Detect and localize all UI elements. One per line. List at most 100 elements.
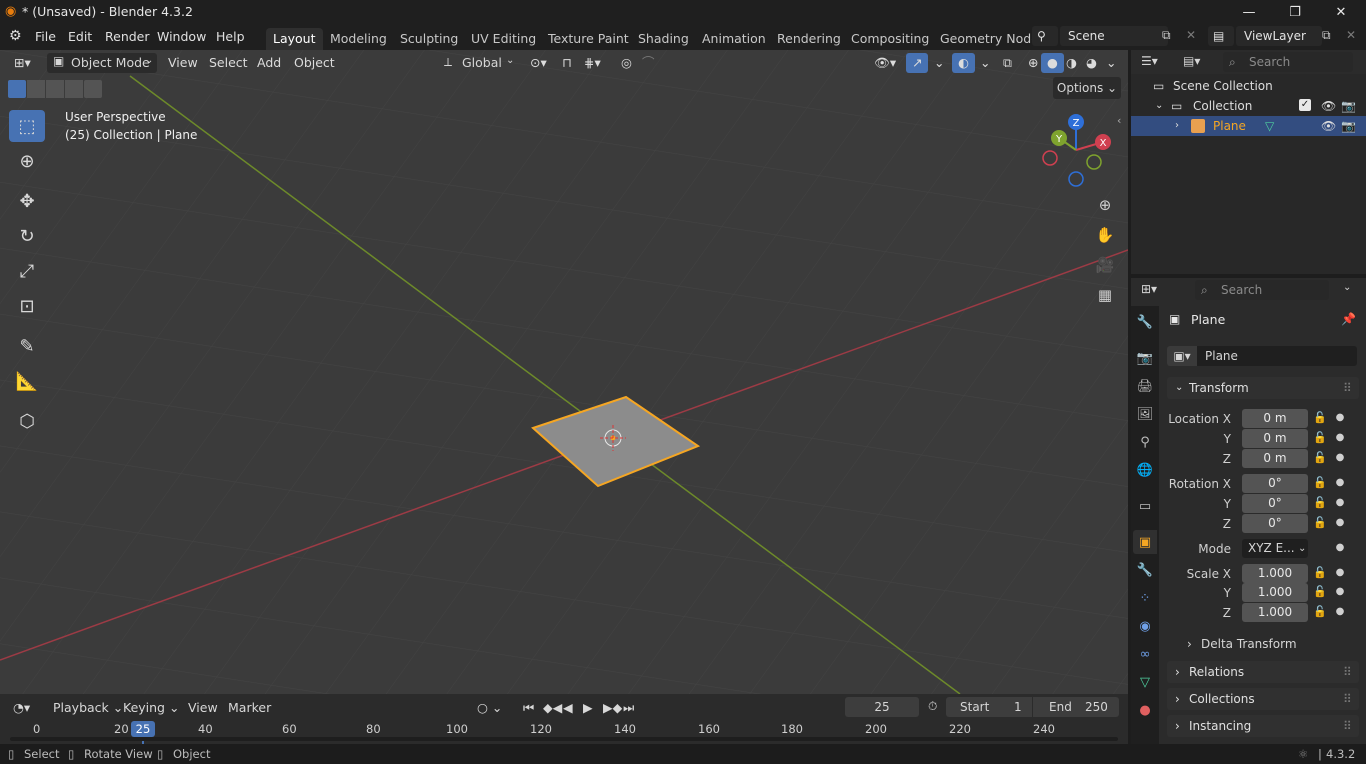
pivot-point-button[interactable]: ⊙▾ [524, 53, 553, 73]
location-x-field[interactable]: 0 m [1242, 409, 1308, 428]
tab-layout[interactable]: Layout [266, 28, 323, 50]
scene-selector-button[interactable]: ⚲ [1032, 26, 1058, 46]
scale-x-field[interactable]: 1.000 [1242, 564, 1308, 583]
overlays-options-button[interactable]: ⌄ [974, 53, 996, 73]
view-layer-selector-button[interactable]: ▤ [1208, 26, 1234, 46]
proportional-edit-button[interactable]: ◎ [615, 53, 638, 73]
start-frame-field[interactable]: Start 1 [946, 697, 1032, 717]
tab-modeling[interactable]: Modeling [323, 28, 394, 50]
relations-panel-header[interactable]: › Relations ⠿ [1167, 661, 1359, 683]
minimize-button[interactable]: — [1226, 0, 1272, 24]
lock-icon[interactable]: 🔓 [1312, 411, 1328, 424]
keyframe-dot-icon[interactable]: ● [1335, 412, 1345, 423]
display-mode-icon[interactable]: ▤▾ [1183, 54, 1200, 68]
tab-rendering[interactable]: Rendering [770, 28, 848, 50]
location-z-field[interactable]: 0 m [1242, 449, 1308, 468]
measure-tool[interactable]: 📐 [9, 365, 45, 397]
select-invert-button[interactable] [65, 80, 83, 98]
keyframe-dot-icon[interactable]: ● [1335, 517, 1345, 528]
viewport-menu-add[interactable]: Add [251, 53, 287, 73]
snap-target-button[interactable]: ⋕▾ [578, 53, 607, 73]
menu-edit[interactable]: Edit [63, 28, 97, 46]
viewport-menu-view[interactable]: View [162, 53, 204, 73]
select-intersect-button[interactable] [84, 80, 102, 98]
scale-tool[interactable]: ⤢ [9, 255, 45, 287]
scale-y-field[interactable]: 1.000 [1242, 583, 1308, 602]
transform-tool[interactable]: ⊡ [9, 290, 45, 322]
blender-menu-icon[interactable]: ⚙ [9, 28, 22, 44]
visibility-selectability-button[interactable]: 👁▾ [868, 53, 902, 73]
camera-icon[interactable]: 📷 [1341, 116, 1356, 136]
rotate-tool[interactable]: ↻ [9, 220, 45, 252]
rotation-x-field[interactable]: 0° [1242, 474, 1308, 493]
object-browse-button[interactable]: ▣▾ [1167, 346, 1197, 366]
editor-type-button[interactable]: ⊞▾ [8, 53, 37, 73]
menu-help[interactable]: Help [211, 28, 250, 46]
keying-menu[interactable]: Keying ⌄ [118, 698, 184, 718]
rotation-mode-dropdown[interactable]: XYZ E... ⌄ [1242, 539, 1308, 558]
outliner-row-collection[interactable]: ⌄ ▭ Collection ✓ 👁 📷 [1131, 96, 1366, 116]
delete-view-layer-icon[interactable]: ✕ [1346, 28, 1356, 42]
keyframe-dot-icon[interactable]: ● [1335, 567, 1345, 578]
timeline-scrollbar[interactable] [10, 737, 1118, 741]
lock-icon[interactable]: 🔓 [1312, 431, 1328, 444]
camera-icon[interactable]: 📷 [1341, 96, 1356, 116]
gizmo-toggle-button[interactable]: ↗ [906, 53, 929, 73]
tab-shading[interactable]: Shading [631, 28, 696, 50]
keyframe-dot-icon[interactable]: ● [1335, 477, 1345, 488]
tab-sculpting[interactable]: Sculpting [393, 28, 465, 50]
lock-icon[interactable]: 🔓 [1312, 585, 1328, 598]
jump-to-end-button[interactable]: ⏭ [618, 698, 639, 718]
drag-handle-icon[interactable]: ⠿ [1343, 715, 1352, 737]
options-dropdown[interactable]: Options ⌄ [1053, 77, 1121, 99]
gizmo-options-button[interactable]: ⌄ [928, 53, 950, 73]
navigation-gizmo[interactable]: Z X Y [1038, 112, 1118, 190]
maximize-button[interactable]: ❐ [1272, 0, 1318, 24]
lock-icon[interactable]: 🔓 [1312, 516, 1328, 529]
new-scene-icon[interactable]: ⧉ [1162, 28, 1171, 43]
drag-handle-icon[interactable]: ⠿ [1343, 377, 1352, 399]
select-box-tool[interactable]: ⬚ [9, 110, 45, 142]
keyframe-dot-icon[interactable]: ● [1335, 497, 1345, 508]
mode-dropdown[interactable]: ▣ Object Mode ⌄ [47, 53, 157, 73]
auto-keying-button[interactable]: ○ ⌄ [472, 698, 507, 718]
tab-data[interactable]: ▽ [1133, 670, 1157, 694]
menu-window[interactable]: Window [152, 28, 211, 46]
drag-handle-icon[interactable]: ⠿ [1343, 688, 1352, 710]
delta-transform-panel-header[interactable]: › Delta Transform [1181, 634, 1351, 654]
object-name-field[interactable]: Plane [1197, 346, 1357, 366]
select-subtract-button[interactable] [46, 80, 64, 98]
keyframe-dot-icon[interactable]: ● [1335, 586, 1345, 597]
tab-render[interactable]: 📷 [1133, 346, 1157, 370]
snap-toggle-button[interactable]: ⊓ [556, 53, 578, 73]
timeline-view-menu[interactable]: View [183, 698, 223, 718]
view-layer-name-field[interactable]: ViewLayer [1236, 26, 1322, 46]
pin-icon[interactable]: 📌 [1341, 312, 1356, 326]
outliner-row-plane[interactable]: › Plane ▽ 👁 📷 [1131, 116, 1366, 136]
outliner-editor-type-icon[interactable]: ☰▾ [1141, 54, 1158, 68]
lock-icon[interactable]: 🔓 [1312, 476, 1328, 489]
properties-search-field[interactable]: ⌕ Search [1195, 280, 1329, 300]
close-button[interactable]: ✕ [1318, 0, 1364, 24]
lock-icon[interactable]: 🔓 [1312, 451, 1328, 464]
tab-geometry-nodes[interactable]: Geometry Node [933, 28, 1046, 50]
camera-view-button[interactable]: 🎥 [1092, 252, 1118, 278]
lock-icon[interactable]: 🔓 [1312, 566, 1328, 579]
eye-icon[interactable]: 👁 [1321, 116, 1336, 136]
chevron-down-icon[interactable]: ⌄ [1343, 282, 1351, 293]
rotation-z-field[interactable]: 0° [1242, 514, 1308, 533]
instancing-panel-header[interactable]: › Instancing ⠿ [1167, 715, 1359, 737]
3d-viewport[interactable]: ⊞▾ ▣ Object Mode ⌄ View Select Add Objec… [0, 50, 1128, 694]
mesh-data-icon[interactable]: ▽ [1265, 116, 1274, 136]
tab-texture-paint[interactable]: Texture Paint [541, 28, 636, 50]
end-frame-field[interactable]: End 250 [1033, 697, 1119, 717]
jump-to-start-button[interactable]: ⏮ [518, 698, 539, 718]
viewport-menu-object[interactable]: Object [288, 53, 341, 73]
exclude-checkbox[interactable]: ✓ [1299, 99, 1311, 111]
zoom-button[interactable]: ⊕ [1092, 192, 1118, 218]
playhead[interactable]: 25 [131, 721, 155, 737]
playback-menu[interactable]: Playback ⌄ [48, 698, 128, 718]
chevron-down-icon[interactable]: ⌄ [1155, 96, 1163, 116]
timeline-editor-type-button[interactable]: ◔▾ [8, 698, 35, 718]
menu-file[interactable]: File [30, 28, 61, 46]
